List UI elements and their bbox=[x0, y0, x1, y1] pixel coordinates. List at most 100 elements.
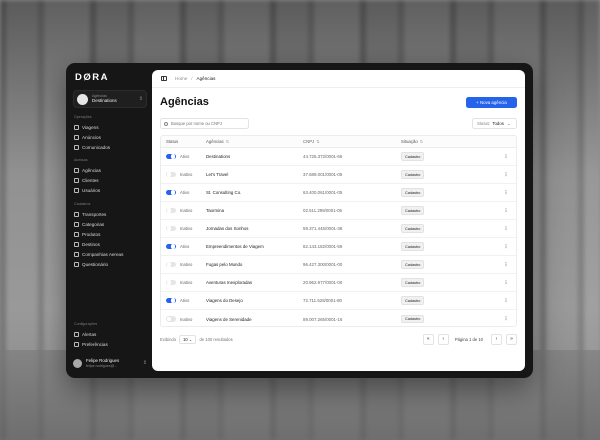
status-text: Inativo bbox=[180, 316, 193, 322]
table-body: Ativo Destinations 44.725.372/0001-66 Cadas… bbox=[161, 148, 516, 326]
sidebar-toggle-icon[interactable] bbox=[161, 75, 167, 82]
more-options-icon[interactable]: ⋮ bbox=[496, 190, 516, 196]
row-situation: Cadastro bbox=[401, 206, 496, 215]
agency-cnpj: 72.711.528/0001-80 bbox=[303, 298, 342, 303]
table-row[interactable]: Inativo Let's Travel 37.689.001/0001-05 Cad… bbox=[161, 166, 516, 184]
sidebar-item-categorias[interactable]: Categorias bbox=[74, 221, 104, 228]
section-title-operacoes: Operações bbox=[74, 115, 92, 119]
table-row[interactable]: Ativo St. Consulting Co. 63.400.061/0001-0… bbox=[161, 184, 516, 202]
last-page-button[interactable]: » bbox=[506, 333, 517, 345]
user-menu[interactable]: Felipe Rodrigues felipe.rodrigues@... ⇕ bbox=[73, 355, 147, 371]
section-title-cadastros: Cadastros bbox=[74, 202, 91, 206]
status-filter-label: Status: bbox=[477, 121, 491, 126]
results-count: de 100 resultados bbox=[199, 336, 233, 342]
search-icon bbox=[164, 121, 168, 126]
more-options-icon[interactable]: ⋮ bbox=[496, 316, 516, 322]
status-toggle[interactable] bbox=[166, 153, 176, 160]
status-toggle[interactable] bbox=[166, 316, 176, 322]
status-text: Inativo bbox=[180, 208, 193, 213]
status-toggle[interactable] bbox=[166, 297, 176, 304]
agency-name: Fugas pelo Mundo bbox=[206, 262, 243, 267]
more-options-icon[interactable]: ⋮ bbox=[496, 298, 516, 304]
table-row[interactable]: Ativo Empreendimentos de Viagem 82.143.182… bbox=[161, 238, 516, 256]
situation-badge: Cadastro bbox=[401, 314, 425, 324]
sidebar-item-produtos[interactable]: Produtos bbox=[74, 231, 100, 238]
avatar bbox=[73, 358, 82, 368]
sidebar-item-transportes[interactable]: Transportes bbox=[74, 211, 106, 218]
sidebar-item-agencias[interactable]: Agências bbox=[74, 167, 101, 174]
column-header-status[interactable]: Status bbox=[161, 139, 206, 144]
row-situation: Cadastro bbox=[401, 260, 496, 269]
table-row[interactable]: Inativo Aventuras Inexploradas 20.962.977/… bbox=[161, 274, 516, 292]
table-row[interactable]: Inativo Jornadas dos Sonhos 59.371.445/000… bbox=[161, 220, 516, 238]
more-options-icon[interactable]: ⋮ bbox=[496, 244, 516, 250]
status-toggle[interactable] bbox=[166, 243, 176, 250]
row-situation: Cadastro bbox=[401, 278, 496, 287]
building-icon bbox=[74, 168, 79, 173]
breadcrumb-separator: / bbox=[191, 76, 193, 81]
situation-badge: Cadastro bbox=[401, 242, 425, 251]
next-page-button[interactable]: › bbox=[491, 333, 502, 345]
more-options-icon[interactable]: ⋮ bbox=[496, 154, 516, 160]
org-switcher[interactable]: Agências Destinations ⇕ bbox=[73, 90, 147, 108]
status-filter[interactable]: Status: Todos ⌄ bbox=[472, 118, 517, 129]
page-title: Agências bbox=[160, 96, 209, 108]
more-options-icon[interactable]: ⋮ bbox=[496, 172, 516, 178]
page-info: Página 1 de 10 bbox=[454, 336, 483, 342]
column-header-agency[interactable]: Agências ⇅ bbox=[206, 139, 303, 144]
row-status: Ativo bbox=[161, 189, 206, 196]
search-input[interactable] bbox=[170, 121, 248, 126]
chevron-updown-icon: ⇕ bbox=[142, 360, 147, 366]
users-icon bbox=[74, 178, 79, 183]
breadcrumb-current: Agências bbox=[196, 76, 216, 81]
more-options-icon[interactable]: ⋮ bbox=[496, 208, 516, 214]
prev-page-button[interactable]: ‹ bbox=[437, 333, 449, 345]
first-page-button[interactable]: « bbox=[422, 333, 434, 345]
main-panel: Home / Agências Agências + Nova agência … bbox=[152, 70, 525, 371]
status-toggle[interactable] bbox=[166, 171, 176, 178]
sort-icon: ⇅ bbox=[419, 139, 424, 144]
table-row[interactable]: Ativo Destinations 44.725.372/0001-66 Cadas… bbox=[161, 148, 516, 166]
new-agency-button[interactable]: + Nova agência bbox=[466, 97, 517, 108]
sidebar-item-preferencias[interactable]: Preferências bbox=[74, 341, 108, 348]
sidebar-item-questionario[interactable]: Questionário bbox=[74, 261, 108, 268]
sidebar-item-alertas[interactable]: Alertas bbox=[74, 331, 96, 338]
column-header-situation[interactable]: Situação ⇅ bbox=[401, 139, 496, 144]
agency-cnpj: 44.725.372/0001-66 bbox=[303, 154, 343, 159]
table-row[interactable]: Inativo Viagens de Serenidade 89.007.265/0… bbox=[161, 310, 516, 326]
status-text: Ativo bbox=[180, 190, 190, 195]
table-row[interactable]: Inativo Taormina 02.511.299/0001-05 Cadastr… bbox=[161, 202, 516, 220]
status-toggle[interactable] bbox=[166, 261, 176, 268]
sidebar-item-viagens[interactable]: Viagens bbox=[74, 124, 99, 131]
search-field[interactable] bbox=[160, 118, 249, 129]
situation-badge: Cadastro bbox=[401, 188, 425, 197]
status-toggle[interactable] bbox=[166, 207, 176, 214]
status-toggle[interactable] bbox=[166, 225, 176, 232]
showing-label: Exibindo bbox=[160, 336, 177, 342]
agency-cnpj: 37.689.001/0001-05 bbox=[303, 172, 343, 177]
sidebar-item-usuarios[interactable]: Usuários bbox=[74, 187, 100, 194]
sort-icon: ⇅ bbox=[316, 139, 320, 144]
table-row[interactable]: Inativo Fugas pelo Mundo 96.427.300/0001-0… bbox=[161, 256, 516, 274]
breadcrumb-home[interactable]: Home bbox=[175, 76, 187, 81]
more-options-icon[interactable]: ⋮ bbox=[496, 280, 516, 286]
sidebar-item-comunicados[interactable]: Comunicados bbox=[74, 144, 110, 151]
column-header-cnpj[interactable]: CNPJ ⇅ bbox=[303, 139, 401, 144]
sidebar-item-clientes[interactable]: Clientes bbox=[74, 177, 99, 184]
gear-icon bbox=[74, 342, 79, 347]
table-row[interactable]: Ativo Viagens do Desejo 72.711.528/0001-80… bbox=[161, 292, 516, 310]
more-options-icon[interactable]: ⋮ bbox=[496, 226, 516, 232]
row-status: Inativo bbox=[161, 316, 206, 322]
status-toggle[interactable] bbox=[166, 189, 176, 196]
plane-icon bbox=[74, 252, 79, 257]
agency-name: Viagens de Serenidade bbox=[206, 316, 252, 322]
status-toggle[interactable] bbox=[166, 279, 176, 286]
more-options-icon[interactable]: ⋮ bbox=[496, 262, 516, 268]
agency-cnpj: 96.427.300/0001-00 bbox=[303, 262, 343, 267]
per-page-select[interactable]: 10 ⌄ bbox=[179, 334, 197, 344]
sidebar-item-companhias-aereas[interactable]: Companhias Aereas bbox=[74, 251, 123, 258]
sidebar-item-destinos[interactable]: Destinos bbox=[74, 241, 100, 248]
message-icon bbox=[74, 145, 79, 150]
status-text: Ativo bbox=[180, 298, 190, 303]
sidebar-item-anuncios[interactable]: Anúncios bbox=[74, 134, 101, 141]
